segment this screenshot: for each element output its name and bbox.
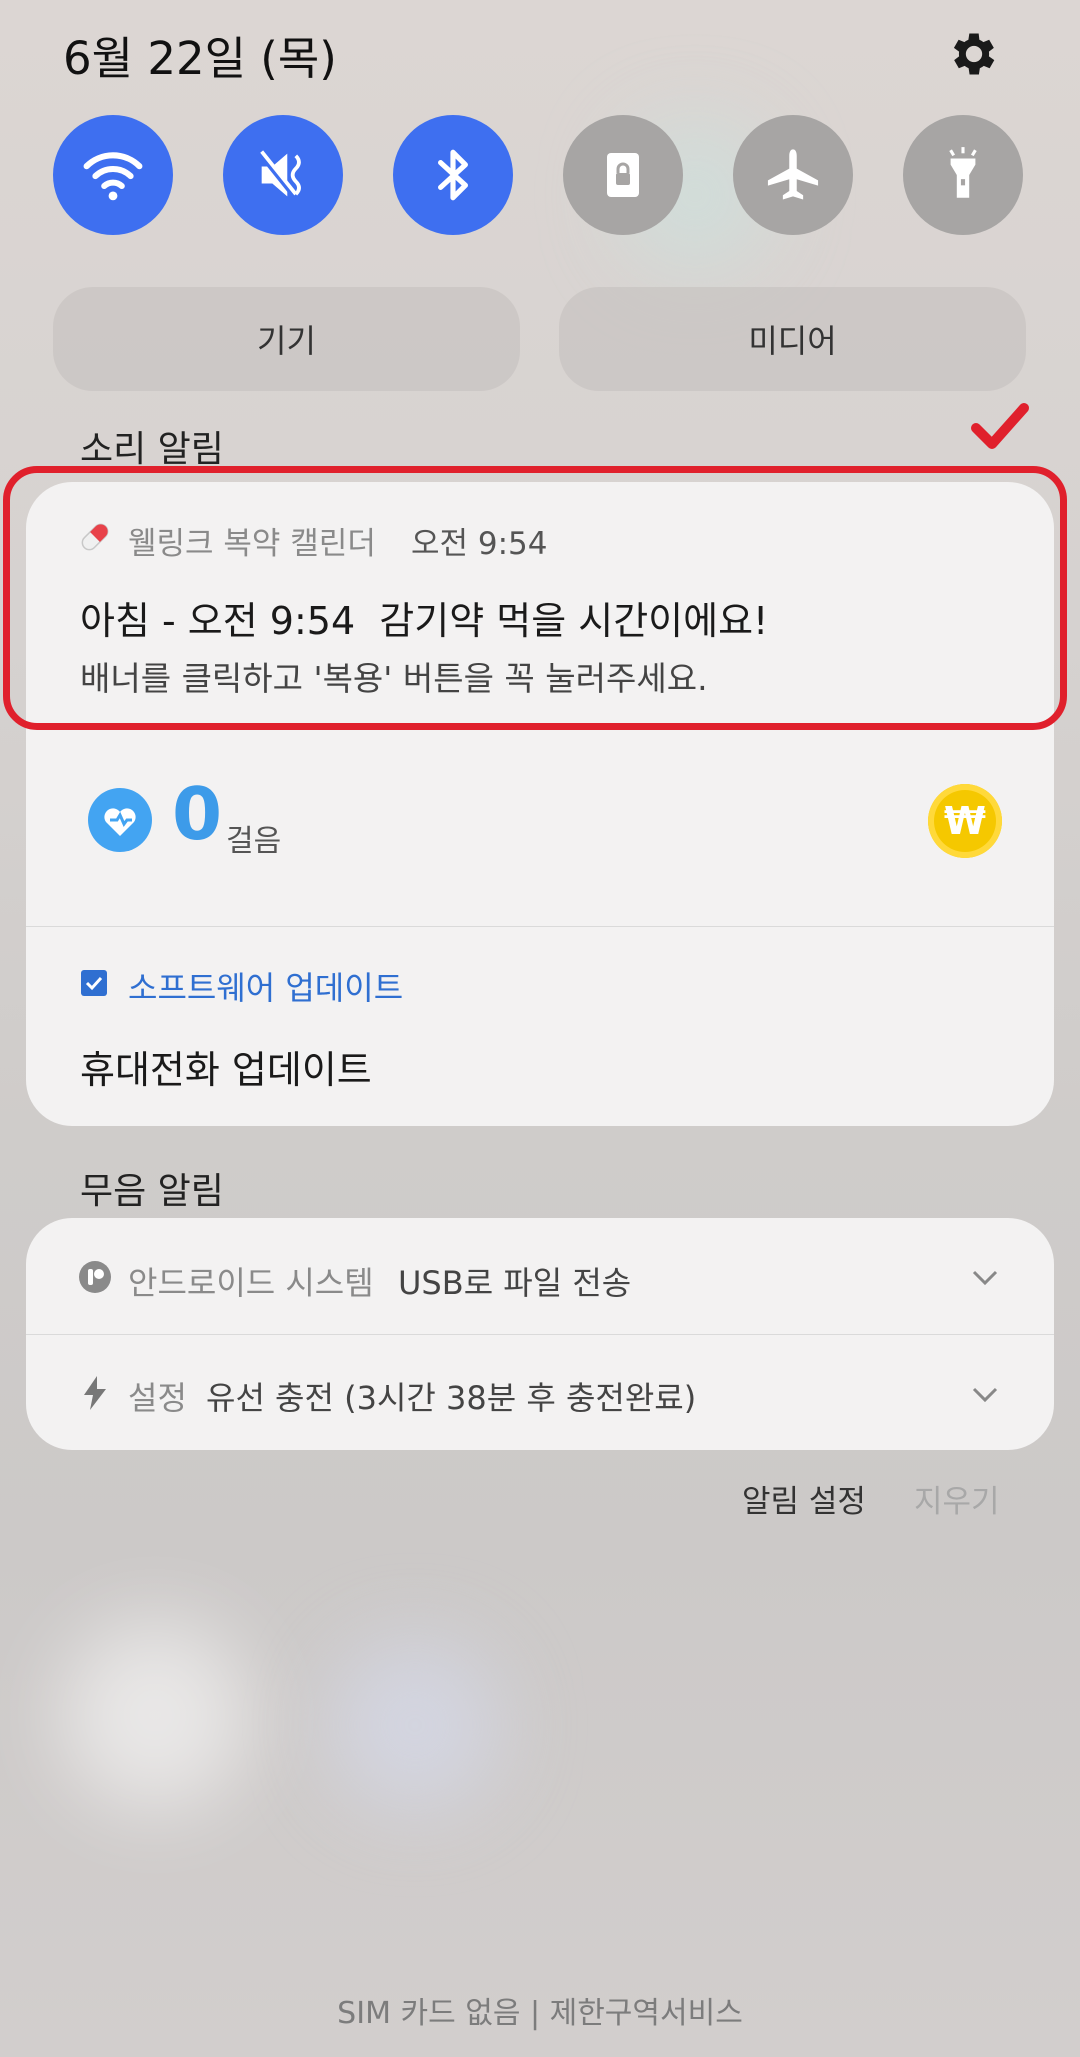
chevron-down-icon[interactable]: [968, 1377, 1002, 1411]
flashlight-icon: [949, 147, 977, 198]
chevron-down-icon[interactable]: [968, 1260, 1002, 1294]
wifi-icon: [83, 152, 143, 201]
media-output-button[interactable]: 미디어: [559, 287, 1026, 391]
silent-notifications-label: 무음 알림: [80, 1171, 224, 1212]
notification-app-name: 안드로이드 시스템: [128, 1264, 374, 1302]
screen-lock-toggle[interactable]: [563, 115, 683, 235]
lock-icon: [607, 153, 639, 197]
clear-button[interactable]: 지우기: [914, 1476, 1000, 1521]
software-update-notification[interactable]: 소프트웨어 업데이트 휴대전화 업데이트: [26, 927, 1054, 1126]
date-label: 6월 22일 (목): [63, 32, 337, 85]
android-system-icon: [79, 1261, 111, 1293]
silent-notification-card: 안드로이드 시스템 USB로 파일 전송 설정 유선 충전 (3시간 38분 후…: [26, 1218, 1054, 1450]
software-update-app-name: 소프트웨어 업데이트: [128, 969, 404, 1007]
steps-unit: 걸음: [226, 824, 282, 859]
bluetooth-icon: [438, 149, 468, 201]
coin-icon[interactable]: ₩: [928, 784, 1002, 858]
notification-text: 유선 충전 (3시간 38분 후 충전완료): [206, 1379, 697, 1417]
checkbox-icon: [81, 970, 107, 996]
background-blur: [60, 1620, 250, 1810]
notification-settings-button[interactable]: 알림 설정: [742, 1476, 866, 1521]
coin-symbol: ₩: [944, 799, 986, 843]
airplane-icon: [767, 149, 819, 200]
bluetooth-toggle[interactable]: [393, 115, 513, 235]
flashlight-toggle[interactable]: [903, 115, 1023, 235]
notification-app-name: 설정: [128, 1379, 187, 1417]
mute-icon: [257, 150, 301, 198]
background-blur: [330, 1640, 500, 1810]
notification-text: USB로 파일 전송: [398, 1264, 632, 1302]
airplane-toggle[interactable]: [733, 115, 853, 235]
steps-count: 0: [172, 772, 223, 856]
sound-notifications-label: 소리 알림: [80, 429, 224, 470]
software-update-title: 휴대전화 업데이트: [80, 1048, 372, 1092]
highlight-box: [3, 466, 1067, 730]
gear-icon[interactable]: [946, 26, 1002, 82]
lightning-icon: [84, 1376, 106, 1410]
device-output-button[interactable]: 기기: [53, 287, 520, 391]
steps-widget[interactable]: 0 걸음 ₩: [26, 746, 1054, 906]
carrier-status: SIM 카드 없음 | 제한구역서비스: [337, 1996, 743, 2031]
usb-transfer-notification[interactable]: 안드로이드 시스템 USB로 파일 전송: [26, 1218, 1054, 1334]
charging-notification[interactable]: 설정 유선 충전 (3시간 38분 후 충전완료): [26, 1335, 1054, 1450]
mute-toggle[interactable]: [223, 115, 343, 235]
heart-health-icon: [88, 788, 152, 852]
checkmark-icon: [971, 403, 1029, 449]
wifi-toggle[interactable]: [53, 115, 173, 235]
